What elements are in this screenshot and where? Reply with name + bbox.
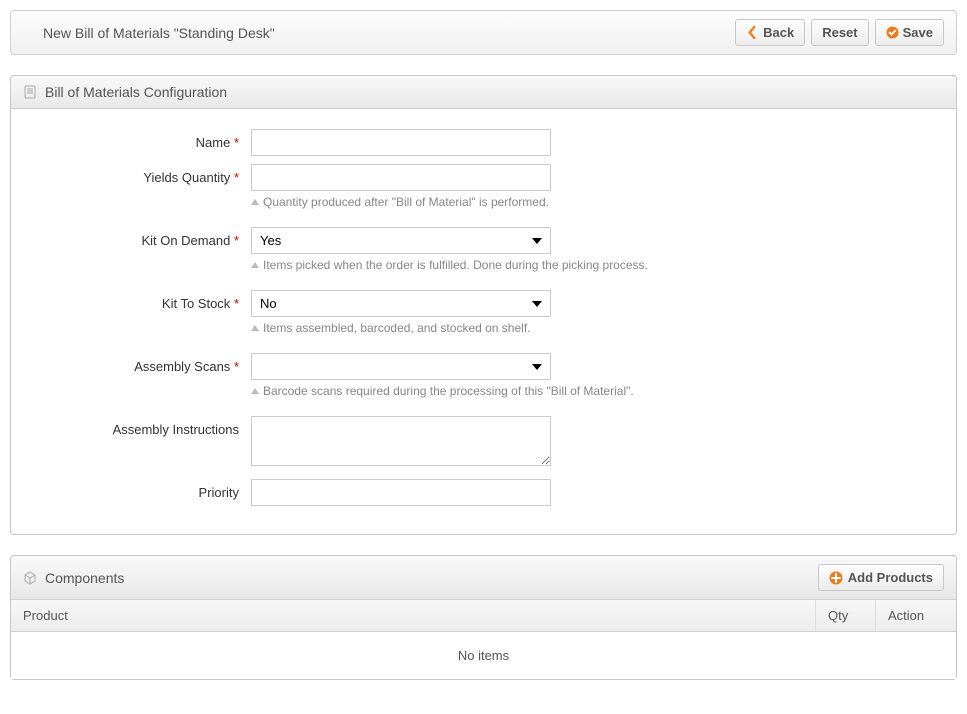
- back-button[interactable]: Back: [735, 19, 805, 46]
- hint-arrow-icon: [251, 199, 259, 205]
- hint-arrow-icon: [251, 388, 259, 394]
- config-panel: Bill of Materials Configuration Name * Y…: [10, 75, 957, 535]
- form-row-kit-on-demand: Kit On Demand * Yes Items picked when th…: [31, 227, 936, 282]
- yields-qty-label: Yields Quantity *: [31, 164, 251, 185]
- components-panel: Components Add Products Product Qty Acti…: [10, 555, 957, 680]
- priority-label: Priority: [31, 479, 251, 500]
- plus-circle-icon: [829, 571, 843, 585]
- top-bar-actions: Back Reset Save: [735, 19, 944, 46]
- kit-to-stock-hint: Items assembled, barcoded, and stocked o…: [251, 321, 936, 335]
- add-products-label: Add Products: [848, 570, 933, 585]
- add-products-button[interactable]: Add Products: [818, 564, 944, 591]
- document-icon: [23, 85, 37, 99]
- components-panel-title: Components: [45, 570, 124, 586]
- form-row-priority: Priority: [31, 479, 936, 506]
- assembly-scans-hint: Barcode scans required during the proces…: [251, 384, 936, 398]
- assembly-instructions-label: Assembly Instructions: [31, 416, 251, 437]
- check-circle-icon: [886, 26, 899, 39]
- kit-to-stock-label: Kit To Stock *: [31, 290, 251, 311]
- save-button[interactable]: Save: [875, 19, 944, 46]
- kit-on-demand-select[interactable]: Yes: [251, 227, 551, 254]
- form-row-kit-to-stock: Kit To Stock * No Items assembled, barco…: [31, 290, 936, 345]
- kit-to-stock-select[interactable]: No: [251, 290, 551, 317]
- required-marker: *: [234, 359, 239, 374]
- hint-arrow-icon: [251, 325, 259, 331]
- required-marker: *: [234, 170, 239, 185]
- required-marker: *: [234, 233, 239, 248]
- config-panel-title: Bill of Materials Configuration: [45, 84, 227, 100]
- components-panel-header: Components Add Products: [11, 556, 956, 600]
- reset-button[interactable]: Reset: [811, 19, 868, 46]
- form-row-name: Name *: [31, 129, 936, 156]
- form-row-assembly-scans: Assembly Scans * Barcode scans required …: [31, 353, 936, 408]
- back-button-label: Back: [763, 25, 794, 40]
- config-panel-header: Bill of Materials Configuration: [11, 76, 956, 109]
- components-panel-body: Product Qty Action No items: [11, 600, 956, 679]
- col-product-header: Product: [11, 600, 816, 631]
- hint-arrow-icon: [251, 262, 259, 268]
- required-marker: *: [234, 135, 239, 150]
- page-title: New Bill of Materials "Standing Desk": [23, 25, 275, 41]
- col-qty-header: Qty: [816, 600, 876, 631]
- chevron-left-icon: [746, 26, 759, 39]
- assembly-scans-select[interactable]: [251, 353, 551, 380]
- save-button-label: Save: [903, 25, 933, 40]
- priority-input[interactable]: [251, 479, 551, 506]
- reset-button-label: Reset: [822, 25, 857, 40]
- components-table-header: Product Qty Action: [11, 600, 956, 632]
- assembly-scans-label: Assembly Scans *: [31, 353, 251, 374]
- yields-qty-input[interactable]: [251, 164, 551, 191]
- no-items-message: No items: [11, 632, 956, 679]
- assembly-instructions-textarea[interactable]: [251, 416, 551, 466]
- name-label: Name *: [31, 129, 251, 150]
- config-panel-body: Name * Yields Quantity * Quantity produc…: [11, 109, 956, 534]
- required-marker: *: [234, 296, 239, 311]
- form-row-assembly-instructions: Assembly Instructions: [31, 416, 936, 469]
- kit-on-demand-hint: Items picked when the order is fulfilled…: [251, 258, 936, 272]
- name-input[interactable]: [251, 129, 551, 156]
- yields-qty-hint: Quantity produced after "Bill of Materia…: [251, 195, 936, 209]
- kit-on-demand-label: Kit On Demand *: [31, 227, 251, 248]
- col-action-header: Action: [876, 600, 956, 631]
- box-icon: [23, 571, 37, 585]
- form-row-yields-qty: Yields Quantity * Quantity produced afte…: [31, 164, 936, 219]
- top-bar: New Bill of Materials "Standing Desk" Ba…: [10, 10, 957, 55]
